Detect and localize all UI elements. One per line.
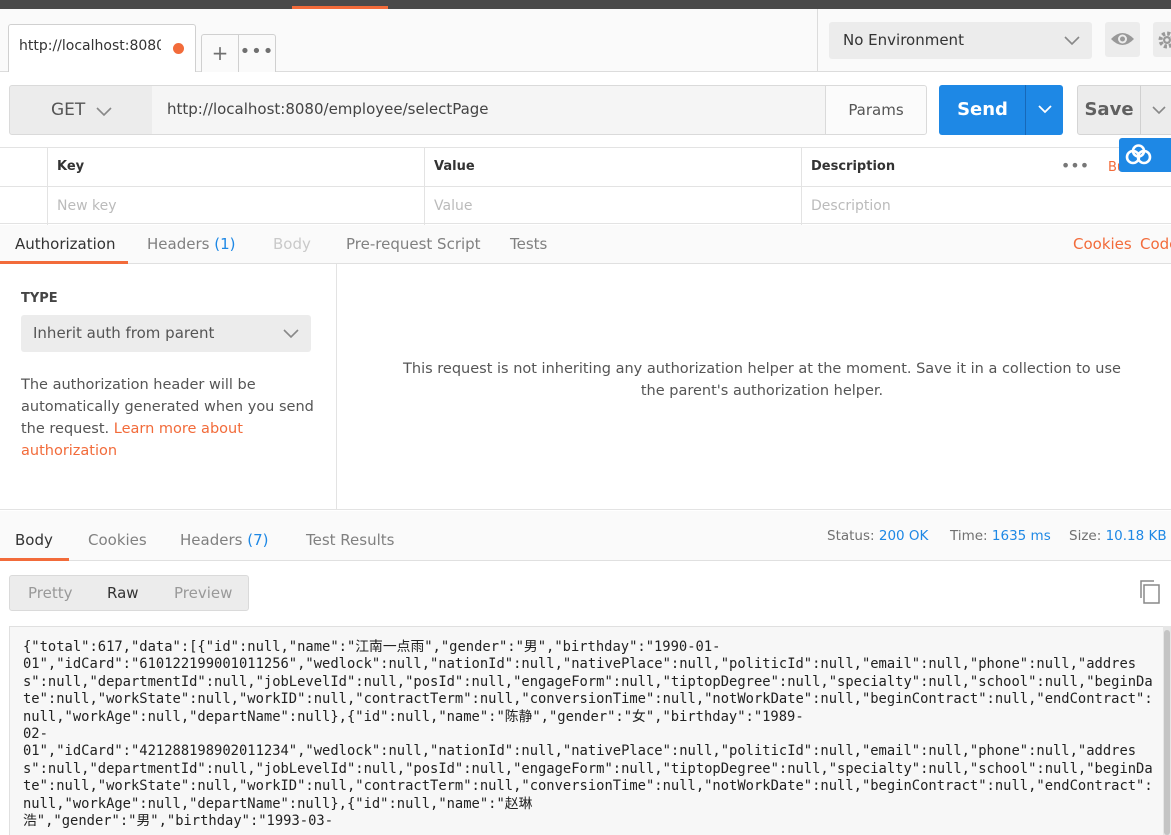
environment-select-value: No Environment <box>843 31 964 49</box>
response-tab-headers-count: (7) <box>247 531 269 549</box>
response-tab-body[interactable]: Body <box>0 523 69 561</box>
params-column-value: Value <box>424 148 801 186</box>
response-time: Time: 1635 ms <box>950 528 1051 544</box>
response-size-label: Size: <box>1069 528 1102 544</box>
response-tab-test-results[interactable]: Test Results <box>306 523 394 561</box>
view-mode-pretty[interactable]: Pretty <box>28 576 73 610</box>
auth-info-panel: This request is not inheriting any autho… <box>337 264 1171 510</box>
cloud-sync-widget[interactable] <box>1119 138 1171 172</box>
response-tabs: Body Cookies Headers (7) Test Results St… <box>0 511 1171 561</box>
auth-description: The authorization header will be automat… <box>21 374 321 462</box>
view-mode-raw[interactable]: Raw <box>107 576 139 610</box>
tab-body[interactable]: Body <box>273 225 311 264</box>
response-tab-headers[interactable]: Headers (7) <box>180 523 268 561</box>
param-description-input[interactable]: Description <box>801 187 1171 225</box>
method-select[interactable]: GET <box>9 85 153 135</box>
url-value: http://localhost:8080/employee/selectPag… <box>167 100 489 118</box>
params-column-key: Key <box>47 148 425 186</box>
tab-authorization[interactable]: Authorization <box>0 225 128 264</box>
chevron-down-icon <box>283 329 299 339</box>
response-status-value: 200 OK <box>878 528 929 544</box>
tab-tests[interactable]: Tests <box>510 225 547 264</box>
response-tab-cookies[interactable]: Cookies <box>88 523 147 561</box>
eye-icon <box>1111 33 1134 45</box>
response-status: Status: 200 OK <box>827 528 928 544</box>
response-scrollbar-thumb[interactable] <box>1164 630 1170 835</box>
view-mode-preview[interactable]: Preview <box>174 576 232 610</box>
response-body-text: {"total":617,"data":[{"id":null,"name":"… <box>23 639 1153 830</box>
save-options-button[interactable] <box>1140 85 1171 135</box>
auth-info-message: This request is not inheriting any autho… <box>403 361 1121 399</box>
params-more-button[interactable]: ••• <box>1060 148 1090 186</box>
gear-icon <box>1158 31 1171 49</box>
environment-settings-button[interactable] <box>1153 22 1171 57</box>
request-section-tabs: Authorization Headers (1) Body Pre-reque… <box>0 225 1171 264</box>
request-tab-title: http://localhost:8080/employee/selectPag… <box>19 38 161 54</box>
response-size-value: 10.18 KB <box>1105 528 1167 544</box>
app-top-bar <box>0 0 1171 9</box>
params-button[interactable]: Params <box>825 85 927 135</box>
method-value: GET <box>51 100 86 120</box>
response-size: Size: 10.18 KB <box>1069 528 1167 544</box>
auth-type-select[interactable]: Inherit auth from parent <box>21 315 311 352</box>
tab-headers[interactable]: Headers (1) <box>147 225 235 264</box>
tab-headers-label: Headers <box>147 235 210 253</box>
copy-icon[interactable] <box>1138 579 1162 605</box>
send-options-button[interactable] <box>1025 85 1063 135</box>
new-tab-button[interactable]: + <box>201 34 239 72</box>
response-status-label: Status: <box>827 528 875 544</box>
environment-quick-look-button[interactable] <box>1105 22 1140 57</box>
chevron-down-icon <box>1038 105 1052 114</box>
response-time-value: 1635 ms <box>991 528 1051 544</box>
auth-type-label: TYPE <box>21 291 58 306</box>
tab-headers-count: (1) <box>214 235 236 253</box>
tab-prerequest-script[interactable]: Pre-request Script <box>346 225 481 264</box>
chevron-down-icon <box>96 107 112 117</box>
chevron-down-icon <box>1064 36 1080 46</box>
code-link[interactable]: Code <box>1140 225 1171 264</box>
param-value-input[interactable]: Value <box>424 187 801 225</box>
cloud-icon <box>1125 144 1152 165</box>
auth-settings-panel: TYPE Inherit auth from parent The author… <box>0 264 337 510</box>
url-input[interactable]: http://localhost:8080/employee/selectPag… <box>152 85 827 135</box>
environment-select[interactable]: No Environment <box>829 22 1092 59</box>
tab-more-button[interactable]: ••• <box>238 34 276 72</box>
send-button[interactable]: Send <box>939 85 1026 135</box>
response-tab-headers-label: Headers <box>180 531 243 549</box>
view-mode-switch: Pretty Raw Preview <box>9 575 249 611</box>
param-key-input[interactable]: New key <box>47 187 425 225</box>
save-button[interactable]: Save <box>1077 85 1141 135</box>
unsaved-dot-icon <box>173 43 184 54</box>
params-table: Key Value Description New key Value Desc… <box>0 147 1171 225</box>
request-tab[interactable]: http://localhost:8080/employee/selectPag… <box>8 24 196 72</box>
response-body-viewer[interactable]: {"total":617,"data":[{"id":null,"name":"… <box>9 626 1166 835</box>
cookies-link[interactable]: Cookies <box>1073 225 1132 264</box>
response-time-label: Time: <box>950 528 988 544</box>
chevron-down-icon <box>1152 106 1166 115</box>
auth-type-value: Inherit auth from parent <box>33 324 215 342</box>
